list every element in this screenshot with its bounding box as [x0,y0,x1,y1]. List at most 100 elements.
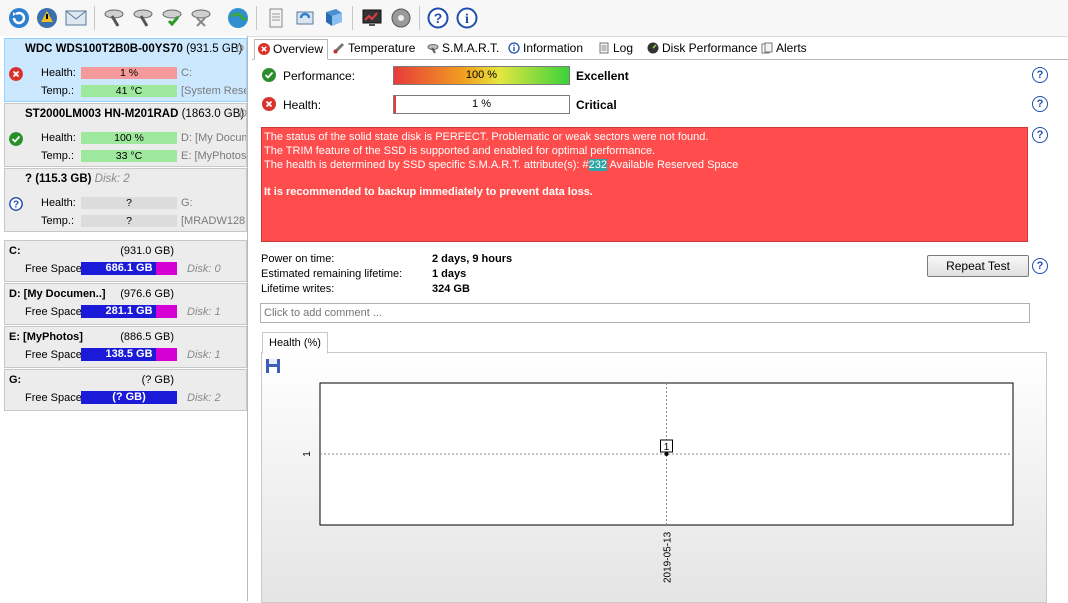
disk-tool-icon[interactable] [131,6,155,30]
free-space-bar: 281.1 GB [81,305,177,318]
info-icon[interactable]: i [455,6,479,30]
alerts-icon [761,42,773,54]
disk-item[interactable]: ST2000LM003 HN-M201RAD (1863.0 GB) D Hea… [4,103,247,167]
help-icon[interactable]: ? [426,6,450,30]
power-on-label: Power on time: [261,253,335,265]
disk-size: (1863.0 GB) [181,108,245,120]
temp-label: Temp.: [41,215,75,227]
document-icon[interactable] [264,6,288,30]
monitor-chart-icon[interactable] [360,6,384,30]
y-tick-label: 1 [302,451,313,457]
health-bar: 1 % [393,95,570,114]
volume-name: D: [My Documen..] [9,288,106,300]
volume-size: (? GB) [141,374,174,386]
volume-size: (976.6 GB) [120,288,174,300]
volume-item[interactable]: E: [MyPhotos] (886.5 GB) Free Space 138.… [4,326,247,368]
volume-disk: Disk: 1 [187,349,221,361]
mail-icon[interactable] [64,6,88,30]
tab-bar: Overview Temperature S.M.A.R.T. Informat… [252,36,1068,60]
temp-bar: 41 °C [81,85,177,97]
free-space-bar: (? GB) [81,391,177,404]
disk-name: ST2000LM003 HN-M201RAD [25,108,179,120]
tab-overview[interactable]: Overview [254,39,329,60]
tab-label: Log [613,41,634,55]
tab-disk-performance[interactable]: Disk Performance [644,39,761,58]
volume-disk: Disk: 0 [187,263,221,275]
info-icon [508,42,520,54]
help-icon[interactable]: ? [1032,67,1048,83]
tab-temperature[interactable]: Temperature [330,39,419,58]
tab-smart[interactable]: S.M.A.R.T. [424,39,503,58]
volume-item[interactable]: G: (? GB) Free Space (? GB) Disk: 2 [4,369,247,411]
free-space-bar: 138.5 GB [81,348,177,361]
disk-tag: Disk: 2 [94,173,130,185]
repeat-test-button[interactable]: Repeat Test [927,255,1029,277]
tab-label: Information [523,41,584,55]
volume-name: E: [MyPhotos] [9,331,83,343]
help-icon[interactable]: ? [1032,258,1048,274]
sync-icon[interactable] [293,6,317,30]
health-chart-area: 1 2019-05-13 1 [261,352,1047,603]
help-icon[interactable]: ? [1032,96,1048,112]
health-label: Health: [41,132,76,144]
status-message-line: The TRIM feature of the SSD is supported… [264,145,656,157]
disk-label-cut: D [236,43,244,55]
disk-size: (931.5 GB) [186,43,243,55]
health-rating: Critical [576,98,617,112]
svg-text:i: i [465,12,469,27]
volume-ref: G: [181,197,193,209]
performance-rating: Excellent [576,69,629,83]
disk-name: WDC WDS100T2B0B-00YS70 [25,43,183,55]
remaining-lifetime-label: Estimated remaining lifetime: [261,268,403,280]
disk-tool-icon[interactable] [102,6,126,30]
svg-text:?: ? [13,200,19,211]
tab-label: S.M.A.R.T. [442,41,500,55]
globe-icon[interactable] [226,6,250,30]
ok-icon [262,68,276,82]
disk-label-cut: D [239,108,247,120]
tab-label: Overview [273,42,324,56]
health-label: Health: [283,98,322,112]
drive-icon[interactable] [322,6,346,30]
temp-bar: 33 °C [81,150,177,162]
alert-icon[interactable] [35,6,59,30]
error-icon [258,43,270,55]
thermometer-icon [333,42,345,54]
tab-information[interactable]: Information [505,39,587,58]
disk-check-icon[interactable] [160,6,184,30]
volume-ref: [MRADW128 [181,215,246,227]
disk-item[interactable]: ? (115.3 GB) Disk: 2 ? Health: ? G: Temp… [4,168,247,232]
health-bar: 1 % [81,67,177,79]
free-space-bar: 686.1 GB [81,262,177,275]
status-message-line: The health is determined by SSD specific… [264,159,739,171]
tab-log[interactable]: Log [595,39,637,58]
free-space-label: Free Space [25,263,82,275]
free-space-label: Free Space [25,392,82,404]
volume-item[interactable]: D: [My Documen..] (976.6 GB) Free Space … [4,283,247,325]
attribute-highlight: 232 [588,159,607,171]
disk-item[interactable]: WDC WDS100T2B0B-00YS70 (931.5 GB) D Heal… [4,38,247,102]
volume-name: G: [9,374,22,386]
ok-icon [9,132,23,146]
remaining-lifetime-value: 1 days [432,268,467,280]
disk-list-panel: WDC WDS100T2B0B-00YS70 (931.5 GB) D Heal… [0,36,248,601]
health-label: Health: [41,197,76,209]
volume-item[interactable]: C: (931.0 GB) Free Space 686.1 GB Disk: … [4,240,247,282]
backup-warning: It is recommended to backup immediately … [264,186,593,198]
comment-input[interactable] [260,303,1030,323]
tab-health-chart[interactable]: Health (%) [262,332,328,354]
svg-text:?: ? [434,10,443,26]
data-label: 1 [664,442,670,453]
tab-alerts[interactable]: Alerts [758,39,811,58]
volume-name: C: [9,245,21,257]
disk-tool-icon[interactable] [189,6,213,30]
temp-label: Temp.: [41,150,75,162]
health-bar: 100 % [81,132,177,144]
volume-size: (931.0 GB) [120,245,174,257]
status-message-box: The status of the solid state disk is PE… [261,127,1028,242]
refresh-icon[interactable] [7,6,31,30]
disk-gear-icon[interactable] [389,6,413,30]
toolbar: ? i [0,0,1068,37]
unknown-icon: ? [9,197,23,211]
help-icon[interactable]: ? [1032,127,1048,143]
